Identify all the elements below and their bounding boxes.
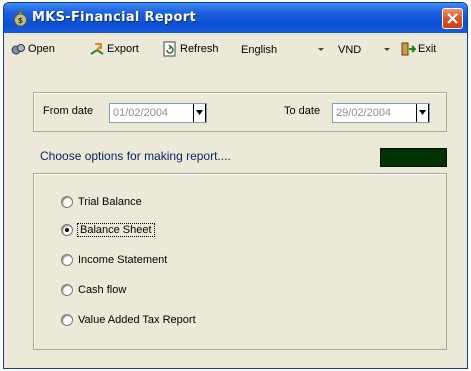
from-date-picker[interactable]: 01/02/2004 [109, 103, 207, 123]
close-button[interactable] [442, 8, 463, 29]
currency-value: VND [338, 43, 362, 56]
close-icon [447, 13, 458, 24]
from-date-dropdown[interactable] [193, 104, 206, 122]
exit-icon [401, 42, 416, 56]
money-bag-icon: $ [14, 10, 27, 27]
open-button[interactable]: Open [10, 41, 55, 57]
chevron-down-icon [419, 110, 426, 115]
language-value: English [241, 43, 278, 56]
radio-button[interactable] [61, 254, 73, 266]
toolbar: Open Export Refresh English VND Exit [4, 33, 467, 63]
report-options-panel: Trial Balance Balance Sheet Income State… [33, 173, 447, 350]
option-vat-report[interactable]: Value Added Tax Report [61, 312, 196, 328]
export-icon [90, 43, 104, 55]
from-date-value: 01/02/2004 [113, 107, 169, 119]
option-trial-balance[interactable]: Trial Balance [61, 194, 142, 210]
to-date-picker[interactable]: 29/02/2004 [332, 103, 430, 123]
option-label: Income Statement [78, 254, 168, 266]
option-cash-flow[interactable]: Cash flow [61, 282, 126, 298]
option-balance-sheet[interactable]: Balance Sheet [61, 222, 155, 238]
chevron-down-icon [196, 110, 203, 115]
currency-select[interactable]: VND [338, 40, 392, 59]
window-title: MKS-Financial Report [32, 10, 196, 25]
status-indicator [380, 148, 447, 167]
export-label: Export [107, 43, 139, 55]
options-heading: Choose options for making report.... [40, 149, 231, 163]
chevron-down-icon [318, 48, 324, 51]
exit-label: Exit [418, 43, 437, 55]
open-label: Open [28, 43, 55, 55]
exit-button[interactable]: Exit [400, 41, 436, 57]
option-label: Value Added Tax Report [78, 314, 196, 326]
financial-report-window: $ MKS-Financial Report Open Export Refre… [3, 2, 468, 369]
export-button[interactable]: Export [89, 41, 139, 57]
date-range-panel: From date 01/02/2004 To date 29/02/2004 [33, 92, 447, 132]
radio-button[interactable] [61, 314, 73, 326]
to-date-label: To date [284, 105, 321, 117]
option-income-statement[interactable]: Income Statement [61, 252, 167, 268]
refresh-label: Refresh [180, 43, 219, 55]
title-bar[interactable]: $ MKS-Financial Report [4, 3, 467, 33]
radio-button[interactable] [61, 224, 73, 236]
chevron-down-icon [384, 48, 390, 51]
option-label: Trial Balance [78, 196, 142, 208]
to-date-value: 29/02/2004 [336, 107, 392, 119]
radio-button[interactable] [61, 284, 73, 296]
from-date-label: From date [43, 105, 94, 117]
language-select[interactable]: English [241, 40, 326, 59]
open-icon [11, 44, 25, 55]
refresh-icon [163, 41, 176, 57]
svg-text:$: $ [18, 16, 24, 25]
refresh-button[interactable]: Refresh [162, 41, 219, 57]
to-date-dropdown[interactable] [416, 104, 429, 122]
option-label: Balance Sheet [77, 223, 155, 237]
option-label: Cash flow [78, 284, 127, 296]
radio-button[interactable] [61, 196, 73, 208]
